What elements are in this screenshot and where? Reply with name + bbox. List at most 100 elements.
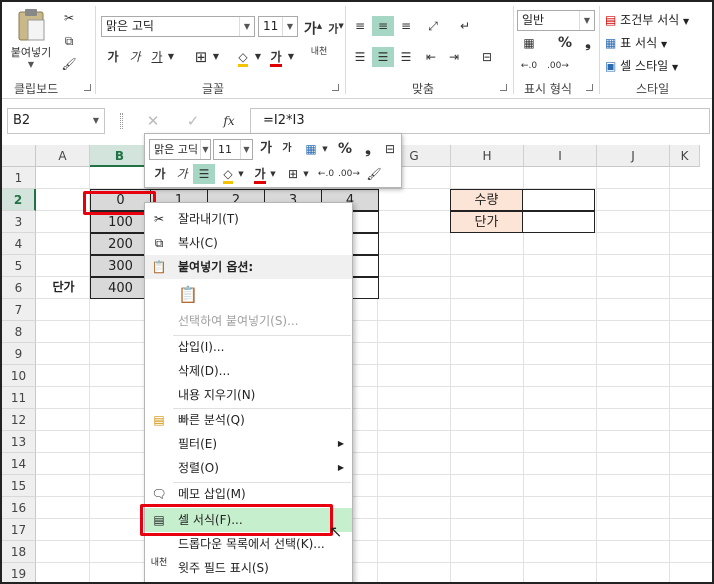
font-name-combo[interactable]: 맑은 고딕 ▼ xyxy=(101,16,255,37)
formula-input[interactable]: =I2*I3 xyxy=(250,108,710,134)
paste-button[interactable]: 붙여넣기 ▼ xyxy=(6,8,56,69)
orientation-icon[interactable]: ⤢ xyxy=(422,16,444,36)
row-header-3[interactable]: 3 xyxy=(2,211,36,233)
chevron-down-icon[interactable]: ▼ xyxy=(285,47,297,67)
font-launcher-icon[interactable] xyxy=(332,84,339,91)
menu-item-cut[interactable]: ✂ 잘라내기(T) xyxy=(145,207,352,231)
row-header-1[interactable]: 1 xyxy=(2,167,36,189)
cell-b4[interactable]: 200 xyxy=(90,233,151,255)
number-format-combo[interactable]: 일반 ▼ xyxy=(517,10,595,31)
increase-indent-icon[interactable]: ⇥ xyxy=(443,47,465,67)
decrease-decimal-icon[interactable]: .00→ xyxy=(547,56,569,76)
decrease-decimal-icon[interactable]: .00→ xyxy=(338,164,360,184)
copy-icon[interactable]: ⧉ xyxy=(58,31,80,51)
row-header-14[interactable]: 14 xyxy=(2,453,36,475)
merge-center-icon[interactable]: ⊟ xyxy=(476,47,498,67)
menu-item-sort[interactable]: 정렬(O) ▶ xyxy=(145,456,352,480)
column-header-i[interactable]: I xyxy=(524,145,597,167)
grow-font-icon[interactable]: 가 xyxy=(255,139,277,159)
row-header-8[interactable]: 8 xyxy=(2,321,36,343)
menu-item-phonetic[interactable]: 내천 윗주 필드 표시(S) xyxy=(145,556,352,580)
decrease-indent-icon[interactable]: ⇤ xyxy=(420,47,442,67)
row-header-17[interactable]: 17 xyxy=(2,519,36,541)
chevron-down-icon[interactable]: ▼ xyxy=(252,47,264,67)
select-all-corner[interactable] xyxy=(2,145,36,167)
menu-item-paste-special[interactable]: 선택하여 붙여넣기(S)... xyxy=(145,309,352,333)
format-as-table-button[interactable]: ▦ 표 서식 ▼ xyxy=(605,33,667,53)
clipboard-launcher-icon[interactable] xyxy=(84,84,91,91)
confirm-entry-icon[interactable]: ✓ xyxy=(182,111,204,131)
cell-i3[interactable] xyxy=(522,211,595,233)
border-icon[interactable]: ⊞ xyxy=(190,47,212,67)
align-middle-icon[interactable]: ≡ xyxy=(372,16,394,36)
row-header-15[interactable]: 15 xyxy=(2,475,36,497)
italic-button[interactable]: 가 xyxy=(124,47,146,67)
font-size-combo[interactable]: 11 ▼ xyxy=(258,16,298,37)
increase-decimal-icon[interactable]: ←.0 xyxy=(518,56,540,76)
chevron-down-icon[interactable]: ▼ xyxy=(210,47,222,67)
increase-decimal-icon[interactable]: ←.0 xyxy=(315,164,337,184)
menu-item-copy[interactable]: ⧉ 복사(C) xyxy=(145,231,352,255)
fill-color-icon[interactable]: ◇ xyxy=(232,47,254,67)
row-header-4[interactable]: 4 xyxy=(2,233,36,255)
comma-button[interactable]: ❟ xyxy=(577,33,599,53)
menu-item-insert-comment[interactable]: 🗨 메모 삽입(M) xyxy=(145,482,352,506)
chevron-down-icon[interactable]: ▼ xyxy=(165,47,177,67)
column-header-a[interactable]: A xyxy=(36,145,90,167)
cell-b6[interactable]: 400 xyxy=(90,277,151,299)
cell-i2[interactable] xyxy=(522,189,595,211)
menu-item-filter[interactable]: 필터(E) ▶ xyxy=(145,432,352,456)
cancel-entry-icon[interactable]: ✕ xyxy=(142,111,164,131)
menu-item-delete[interactable]: 삭제(D)... xyxy=(145,359,352,383)
chevron-down-icon[interactable]: ▼ xyxy=(301,164,311,184)
row-header-5[interactable]: 5 xyxy=(2,255,36,277)
column-header-k[interactable]: K xyxy=(670,145,700,167)
row-header-11[interactable]: 11 xyxy=(2,387,36,409)
mini-font-size-combo[interactable]: 11 ▼ xyxy=(213,139,253,160)
align-top-icon[interactable]: ≡ xyxy=(349,16,371,36)
insert-function-icon[interactable]: fx xyxy=(218,111,240,131)
chevron-down-icon[interactable]: ▼ xyxy=(268,164,278,184)
wrap-text-icon[interactable]: ↵ xyxy=(454,16,476,36)
worksheet-grid[interactable]: ABCDEFGHIJK 1234567891011121314151617181… xyxy=(2,145,712,582)
column-header-j[interactable]: J xyxy=(597,145,670,167)
mini-percent-button[interactable]: % xyxy=(334,139,356,159)
row-header-13[interactable]: 13 xyxy=(2,431,36,453)
menu-item-clear[interactable]: 내용 지우기(N) xyxy=(145,383,352,407)
cut-icon[interactable]: ✂ xyxy=(58,8,80,28)
name-box[interactable]: B2 ▼ xyxy=(7,108,105,134)
row-header-19[interactable]: 19 xyxy=(2,563,36,582)
align-left-icon[interactable]: ☰ xyxy=(349,47,371,67)
accounting-icon[interactable]: ▦ xyxy=(518,33,540,53)
conditional-format-button[interactable]: ▤ 조건부 서식 ▼ xyxy=(605,10,689,30)
grow-font-icon[interactable]: 가▲ xyxy=(302,16,324,38)
bold-button[interactable]: 가 xyxy=(102,47,124,67)
font-color-button[interactable]: 가 xyxy=(265,47,287,67)
row-header-2[interactable]: 2 xyxy=(2,189,36,211)
cell-styles-button[interactable]: ▣ 셀 스타일 ▼ xyxy=(605,56,678,76)
row-header-7[interactable]: 7 xyxy=(2,299,36,321)
row-header-16[interactable]: 16 xyxy=(2,497,36,519)
cell-h2[interactable]: 수량 xyxy=(450,189,523,211)
phonetic-button[interactable]: 내천 xyxy=(308,47,330,67)
accounting-icon[interactable]: ▦ xyxy=(300,139,322,159)
row-header-6[interactable]: 6 xyxy=(2,277,36,299)
cell-a6[interactable]: 단가 xyxy=(37,277,90,299)
mini-comma-button[interactable]: ❟ xyxy=(357,139,379,159)
paste-option-icon[interactable]: 📋 xyxy=(177,283,199,307)
column-header-h[interactable]: H xyxy=(451,145,524,167)
align-right-icon[interactable]: ☰ xyxy=(395,47,417,67)
mini-font-name-combo[interactable]: 맑은 고딕 ▼ xyxy=(149,139,211,160)
shrink-font-icon[interactable]: 가▼ xyxy=(325,16,347,36)
percent-button[interactable]: % xyxy=(554,33,576,53)
row-header-9[interactable]: 9 xyxy=(2,343,36,365)
merge-center-icon[interactable]: ⊟ xyxy=(379,139,401,159)
format-painter-icon[interactable]: 🖌 xyxy=(363,164,385,184)
row-header-10[interactable]: 10 xyxy=(2,365,36,387)
align-center-icon[interactable]: ☰ xyxy=(372,47,394,67)
row-header-18[interactable]: 18 xyxy=(2,541,36,563)
alignment-launcher-icon[interactable] xyxy=(500,84,507,91)
menu-item-quick-analysis[interactable]: ▤ 빠른 분석(Q) xyxy=(145,408,352,432)
mini-italic-button[interactable]: 가 xyxy=(171,164,193,184)
column-header-b[interactable]: B xyxy=(90,145,150,167)
